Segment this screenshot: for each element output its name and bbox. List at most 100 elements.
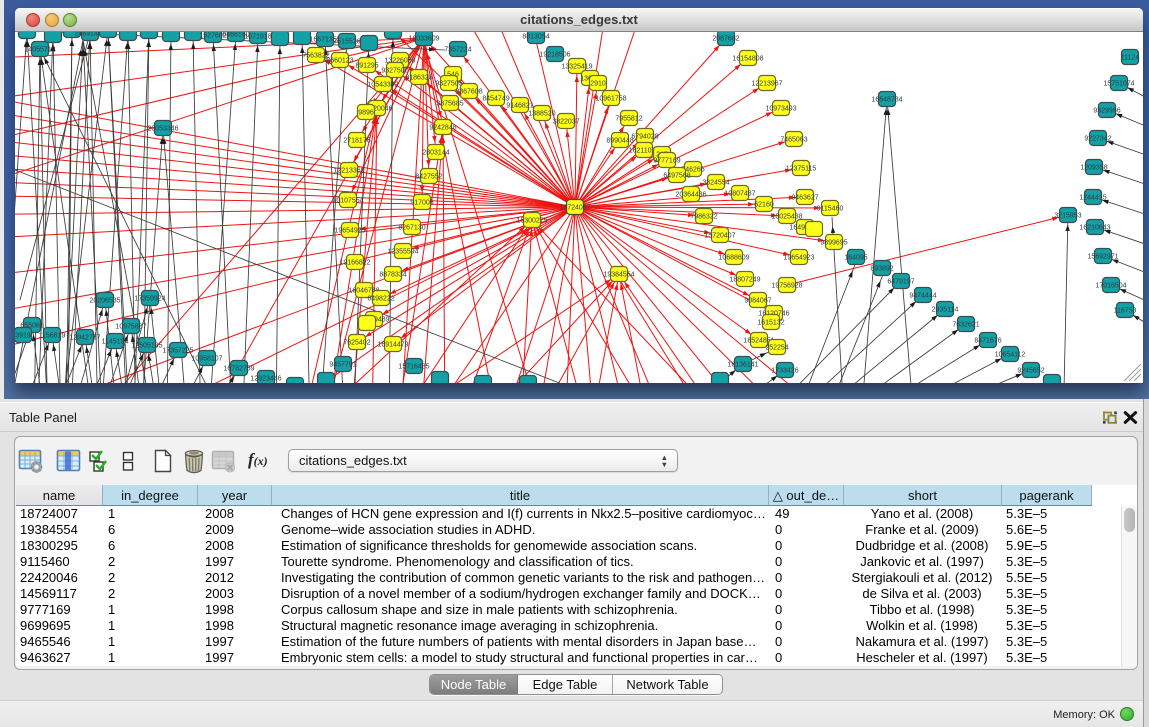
svg-text:8427552: 8427552: [415, 174, 442, 181]
svg-text:15751074: 15751074: [1103, 81, 1134, 88]
svg-text:6794028: 6794028: [631, 134, 658, 141]
svg-text:12375115: 12375115: [786, 166, 817, 173]
svg-text:13325419: 13325419: [561, 64, 592, 71]
svg-text:16136141: 16136141: [727, 362, 758, 369]
svg-text:1145194: 1145194: [102, 339, 129, 346]
svg-text:9327505: 9327505: [435, 81, 462, 88]
svg-text:2910: 2910: [590, 81, 606, 88]
svg-text:1209358: 1209358: [1080, 165, 1107, 172]
svg-text:17357225: 17357225: [162, 348, 193, 355]
svg-text:9457791: 9457791: [329, 362, 356, 369]
svg-text:10807487: 10807487: [724, 191, 755, 198]
svg-text:62160: 62160: [754, 202, 774, 209]
svg-text:8454749: 8454749: [482, 96, 509, 103]
svg-text:12213967: 12213967: [751, 81, 782, 88]
svg-text:18807249: 18807249: [729, 277, 760, 284]
svg-text:14055712: 14055712: [24, 47, 55, 54]
svg-text:16033809: 16033809: [408, 36, 439, 43]
svg-text:16210643: 16210643: [1079, 225, 1110, 232]
svg-text:1071918: 1071918: [244, 34, 271, 41]
svg-text:1156819: 1156819: [39, 333, 66, 340]
svg-text:116753: 116753: [1114, 308, 1137, 315]
svg-text:3919: 3919: [15, 333, 31, 340]
svg-text:164095: 164095: [844, 255, 867, 262]
svg-text:9327500: 9327500: [381, 68, 408, 75]
svg-text:8660123: 8660123: [326, 58, 353, 65]
svg-text:7357224: 7357224: [444, 47, 471, 54]
svg-text:15720407: 15720407: [704, 233, 735, 240]
svg-text:9084067: 9084067: [744, 298, 771, 305]
svg-text:2803144: 2803144: [422, 150, 449, 157]
svg-text:10961758: 10961758: [595, 96, 626, 103]
svg-text:12213369: 12213369: [333, 168, 364, 175]
svg-text:3824554: 3824554: [702, 180, 729, 187]
svg-text:7625402: 7625402: [343, 340, 370, 347]
svg-text:1388520: 1388520: [528, 111, 555, 118]
svg-text:1733426: 1733426: [771, 368, 798, 375]
svg-text:16782759: 16782759: [223, 366, 254, 373]
svg-text:19166822: 19166822: [339, 260, 370, 267]
svg-text:1615132: 1615132: [757, 320, 784, 327]
svg-text:17016504: 17016504: [1095, 283, 1126, 290]
svg-text:7515526: 7515526: [333, 39, 360, 46]
svg-text:10688609: 10688609: [718, 255, 749, 262]
svg-text:8267130: 8267130: [398, 225, 425, 232]
svg-text:6479197: 6479197: [887, 279, 914, 286]
svg-text:12923446: 12923446: [250, 376, 281, 383]
svg-text:9227342: 9227342: [1084, 136, 1111, 143]
svg-text:11124: 11124: [1121, 55, 1140, 62]
svg-text:9242848: 9242848: [429, 125, 456, 132]
svg-text:8471676: 8471676: [974, 338, 1001, 345]
svg-text:3875685: 3875685: [436, 101, 463, 108]
svg-text:16154808: 16154808: [732, 56, 763, 63]
svg-text:9777169: 9777169: [653, 158, 680, 165]
svg-text:16914479: 16914479: [377, 342, 408, 349]
svg-text:8878334: 8878334: [379, 272, 406, 279]
svg-text:10107554: 10107554: [332, 198, 363, 205]
svg-text:12505135: 12505135: [131, 343, 162, 350]
svg-text:18724007: 18724007: [559, 205, 590, 212]
svg-text:893892: 893892: [870, 266, 893, 273]
svg-text:20206535: 20206535: [89, 298, 120, 305]
svg-text:2935114: 2935114: [932, 307, 959, 314]
svg-text:3215953: 3215953: [1054, 213, 1081, 220]
svg-text:252254: 252254: [765, 345, 788, 352]
svg-text:10975887: 10975887: [115, 324, 146, 331]
svg-text:9899695: 9899695: [820, 240, 847, 247]
svg-text:9245652: 9245652: [1017, 368, 1044, 375]
svg-text:10958107: 10958107: [191, 356, 222, 363]
svg-text:12355594: 12355594: [387, 249, 418, 256]
svg-text:19654923: 19654923: [783, 255, 814, 262]
svg-text:8186328: 8186328: [405, 75, 432, 82]
svg-text:15716485: 15716485: [398, 364, 429, 371]
svg-text:2867608: 2867608: [455, 89, 482, 96]
svg-text:917006: 917006: [410, 200, 433, 207]
svg-text:19384554: 19384554: [603, 272, 634, 279]
svg-text:6497568: 6497568: [663, 173, 690, 180]
svg-text:20364436: 20364436: [675, 192, 706, 199]
svg-text:10973493: 10973493: [765, 106, 796, 113]
svg-text:20053346: 20053346: [147, 126, 178, 133]
svg-text:12942737: 12942737: [69, 335, 100, 342]
svg-text:9463627: 9463627: [791, 195, 818, 202]
svg-text:7632621: 7632621: [952, 322, 979, 329]
svg-text:1244415: 1244415: [1079, 195, 1106, 202]
svg-text:10654112: 10654112: [995, 352, 1026, 359]
svg-text:9329966: 9329966: [1093, 108, 1120, 115]
svg-text:2087682: 2087682: [712, 36, 739, 43]
svg-text:19756928: 19756928: [771, 283, 802, 290]
svg-text:9146821: 9146821: [506, 103, 533, 110]
svg-text:19654925: 19654925: [334, 228, 365, 235]
svg-text:7465063: 7465063: [780, 137, 807, 144]
svg-text:15300275: 15300275: [516, 218, 547, 225]
svg-text:9474444: 9474444: [909, 293, 936, 300]
svg-text:16648784: 16648784: [871, 97, 902, 104]
svg-text:10543382: 10543382: [367, 82, 398, 89]
svg-text:6498222: 6498222: [367, 296, 394, 303]
svg-text:17359924: 17359924: [134, 296, 165, 303]
svg-text:2718176: 2718176: [343, 138, 370, 145]
svg-text:9115460: 9115460: [817, 206, 844, 213]
svg-text:8990448: 8990448: [606, 138, 633, 145]
svg-text:7986322: 7986322: [690, 214, 717, 221]
svg-text:9896: 9896: [358, 110, 374, 117]
